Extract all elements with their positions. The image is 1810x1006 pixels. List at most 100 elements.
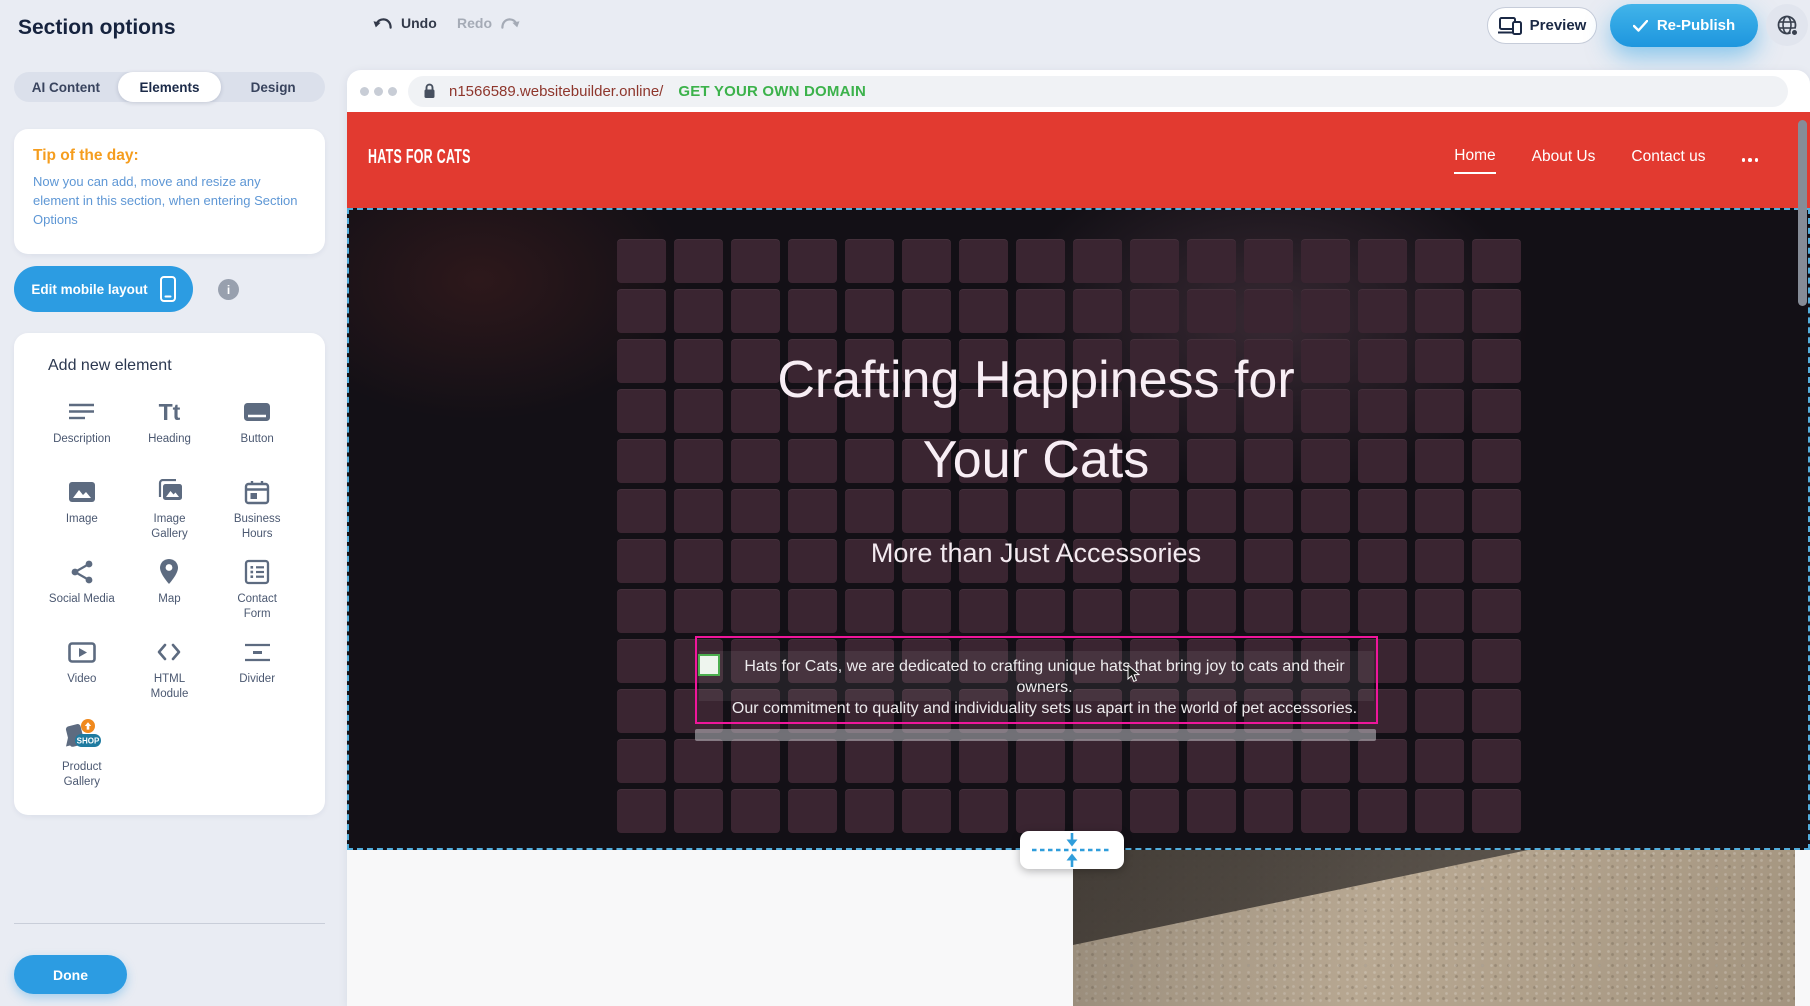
hero-grid-tile xyxy=(674,589,723,633)
hero-paragraph[interactable]: Hats for Cats, we are dedicated to craft… xyxy=(721,656,1368,719)
site-nav: Home About Us Contact us xyxy=(1454,112,1758,208)
hero-grid-tile xyxy=(1358,789,1407,833)
hero-grid-tile xyxy=(845,289,894,333)
hero-grid-tile xyxy=(1472,689,1521,733)
hero-grid-tile xyxy=(1244,739,1293,783)
hero-subheading[interactable]: More than Just Accessories xyxy=(349,538,1723,569)
share-icon xyxy=(69,557,95,587)
hero-grid-tile xyxy=(959,789,1008,833)
element-divider[interactable]: Divider xyxy=(213,637,301,717)
sidebar-divider xyxy=(14,923,325,924)
hero-grid-tile xyxy=(1187,239,1236,283)
element-map[interactable]: Map xyxy=(126,557,214,637)
redo-icon xyxy=(500,16,520,31)
add-element-title: Add new element xyxy=(48,357,172,375)
hero-grid-tile xyxy=(1301,239,1350,283)
edit-mobile-layout-button[interactable]: Edit mobile layout xyxy=(14,266,193,312)
selected-text-element[interactable]: Hats for Cats, we are dedicated to craft… xyxy=(695,636,1378,724)
map-pin-icon xyxy=(158,557,180,587)
nav-about-us[interactable]: About Us xyxy=(1532,148,1596,172)
done-button[interactable]: Done xyxy=(14,955,127,994)
mouse-cursor-icon xyxy=(1127,665,1140,683)
hero-grid-tile xyxy=(788,589,837,633)
undo-button[interactable]: Undo xyxy=(373,15,437,31)
hero-heading[interactable]: Crafting Happiness for Your Cats xyxy=(349,340,1723,500)
element-video[interactable]: Video xyxy=(38,637,126,717)
hero-grid-tile xyxy=(1130,239,1179,283)
hero-grid-tile xyxy=(1415,639,1464,683)
nav-home[interactable]: Home xyxy=(1454,147,1495,174)
hero-grid-tile xyxy=(902,239,951,283)
hero-grid-tile xyxy=(731,739,780,783)
site-url: n1566589.websitebuilder.online/ xyxy=(449,83,663,100)
hero-grid-tile xyxy=(1472,639,1521,683)
hero-grid-tile xyxy=(1415,289,1464,333)
info-icon[interactable]: i xyxy=(218,279,239,300)
next-section[interactable] xyxy=(347,850,1810,1006)
hero-grid-tile xyxy=(959,239,1008,283)
hero-grid-tile xyxy=(617,589,666,633)
browser-scrollbar[interactable] xyxy=(1798,120,1807,306)
site-logo[interactable]: HATS FOR CATS xyxy=(368,146,471,169)
element-hover-bar xyxy=(695,729,1376,741)
hero-grid-tile xyxy=(1301,589,1350,633)
tip-of-the-day-card: Tip of the day: Now you can add, move an… xyxy=(14,129,325,254)
devices-icon xyxy=(1498,16,1522,35)
element-button[interactable]: Button xyxy=(213,397,301,477)
element-contact-form[interactable]: Contact Form xyxy=(213,557,301,637)
section-resize-handle[interactable] xyxy=(1020,831,1124,869)
element-html-module[interactable]: HTML Module xyxy=(126,637,214,717)
element-description[interactable]: Description xyxy=(38,397,126,477)
element-product-gallery[interactable]: SHOP Product Gallery xyxy=(38,717,126,797)
nav-contact-us[interactable]: Contact us xyxy=(1631,148,1705,172)
redo-label: Redo xyxy=(457,15,492,31)
browser-chrome: n1566589.websitebuilder.online/ GET YOUR… xyxy=(347,70,1810,112)
hero-grid-tile xyxy=(1244,789,1293,833)
hero-grid-tile xyxy=(1187,739,1236,783)
button-icon xyxy=(243,397,271,427)
element-image[interactable]: Image xyxy=(38,477,126,557)
tab-ai-content[interactable]: AI Content xyxy=(14,72,118,102)
tab-design[interactable]: Design xyxy=(221,72,325,102)
hero-grid-tile xyxy=(1244,289,1293,333)
hero-grid-tile xyxy=(617,289,666,333)
hero-grid-tile xyxy=(1130,589,1179,633)
republish-button[interactable]: Re-Publish xyxy=(1610,4,1758,47)
hero-grid-tile xyxy=(1244,589,1293,633)
language-button[interactable] xyxy=(1766,4,1808,46)
hero-section-selected[interactable]: Crafting Happiness for Your Cats More th… xyxy=(347,208,1810,850)
preview-button[interactable]: Preview xyxy=(1487,7,1597,44)
hero-grid-tile xyxy=(1187,789,1236,833)
hero-grid-tile xyxy=(1073,739,1122,783)
image-icon xyxy=(68,477,96,507)
hero-grid-tile xyxy=(845,239,894,283)
hero-grid-tile xyxy=(1016,289,1065,333)
hero-grid-tile xyxy=(674,289,723,333)
get-domain-link[interactable]: GET YOUR OWN DOMAIN xyxy=(678,83,866,100)
hero-grid-tile xyxy=(1130,289,1179,333)
redo-button[interactable]: Redo xyxy=(457,15,520,31)
hero-grid-tile xyxy=(1472,739,1521,783)
hero-grid-tile xyxy=(1130,739,1179,783)
video-icon xyxy=(68,637,96,667)
hero-grid-tile xyxy=(1301,289,1350,333)
tab-elements[interactable]: Elements xyxy=(118,72,222,102)
site-header: HATS FOR CATS Home About Us Contact us xyxy=(347,112,1810,208)
element-business-hours[interactable]: Business Hours xyxy=(213,477,301,557)
product-gallery-icon: SHOP xyxy=(61,717,103,755)
hero-grid-tile xyxy=(1016,789,1065,833)
nav-more-icon[interactable] xyxy=(1742,158,1759,162)
drag-handle[interactable] xyxy=(698,654,720,676)
hero-grid-tile xyxy=(617,739,666,783)
hero-grid-tile xyxy=(902,289,951,333)
sidebar-tabs: AI Content Elements Design xyxy=(14,72,325,102)
address-bar[interactable]: n1566589.websitebuilder.online/ GET YOUR… xyxy=(408,76,1788,107)
tip-body: Now you can add, move and resize any ele… xyxy=(33,173,306,230)
element-social-media[interactable]: Social Media xyxy=(38,557,126,637)
hero-grid-tile xyxy=(902,789,951,833)
photo-shade xyxy=(1073,850,1795,1006)
ground-photo xyxy=(1073,850,1795,1006)
code-icon xyxy=(156,637,182,667)
element-heading[interactable]: Tt Heading xyxy=(126,397,214,477)
element-image-gallery[interactable]: Image Gallery xyxy=(126,477,214,557)
